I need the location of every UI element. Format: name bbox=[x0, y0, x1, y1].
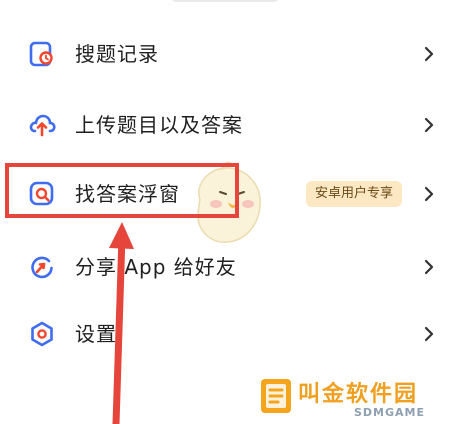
chevron-right-icon bbox=[423, 115, 435, 135]
menu-item-upload-questions[interactable]: 上传题目以及答案 bbox=[0, 97, 455, 153]
menu-item-label: 找答案浮窗 bbox=[75, 182, 180, 206]
chevron-right-icon bbox=[423, 257, 435, 277]
share-icon bbox=[28, 253, 56, 281]
cloud-upload-icon bbox=[28, 111, 56, 139]
menu-item-answer-floating-window[interactable]: 找答案浮窗 安卓用户专享 bbox=[0, 166, 455, 222]
menu-item-share-app[interactable]: 分享 App 给好友 bbox=[0, 239, 455, 295]
menu-item-search-history[interactable]: 搜题记录 bbox=[0, 26, 455, 82]
android-exclusive-badge: 安卓用户专享 bbox=[306, 181, 403, 207]
previous-item-edge bbox=[170, 0, 280, 2]
chevron-right-icon bbox=[423, 184, 435, 204]
menu-item-settings[interactable]: 设置 bbox=[0, 306, 455, 362]
menu-item-label: 搜题记录 bbox=[75, 42, 159, 66]
search-history-icon bbox=[28, 40, 56, 68]
menu-item-label: 设置 bbox=[75, 322, 117, 346]
settings-gear-icon bbox=[28, 320, 56, 348]
chevron-right-icon bbox=[423, 44, 435, 64]
floating-search-icon bbox=[28, 180, 56, 208]
menu-item-label: 上传题目以及答案 bbox=[75, 113, 243, 137]
settings-menu: 搜题记录 上传题目以及答案 找答案浮窗 安卓用户专享 分享 App 给好友 设置 bbox=[0, 0, 455, 424]
menu-item-label: 分享 App 给好友 bbox=[75, 255, 237, 279]
chevron-right-icon bbox=[423, 324, 435, 344]
